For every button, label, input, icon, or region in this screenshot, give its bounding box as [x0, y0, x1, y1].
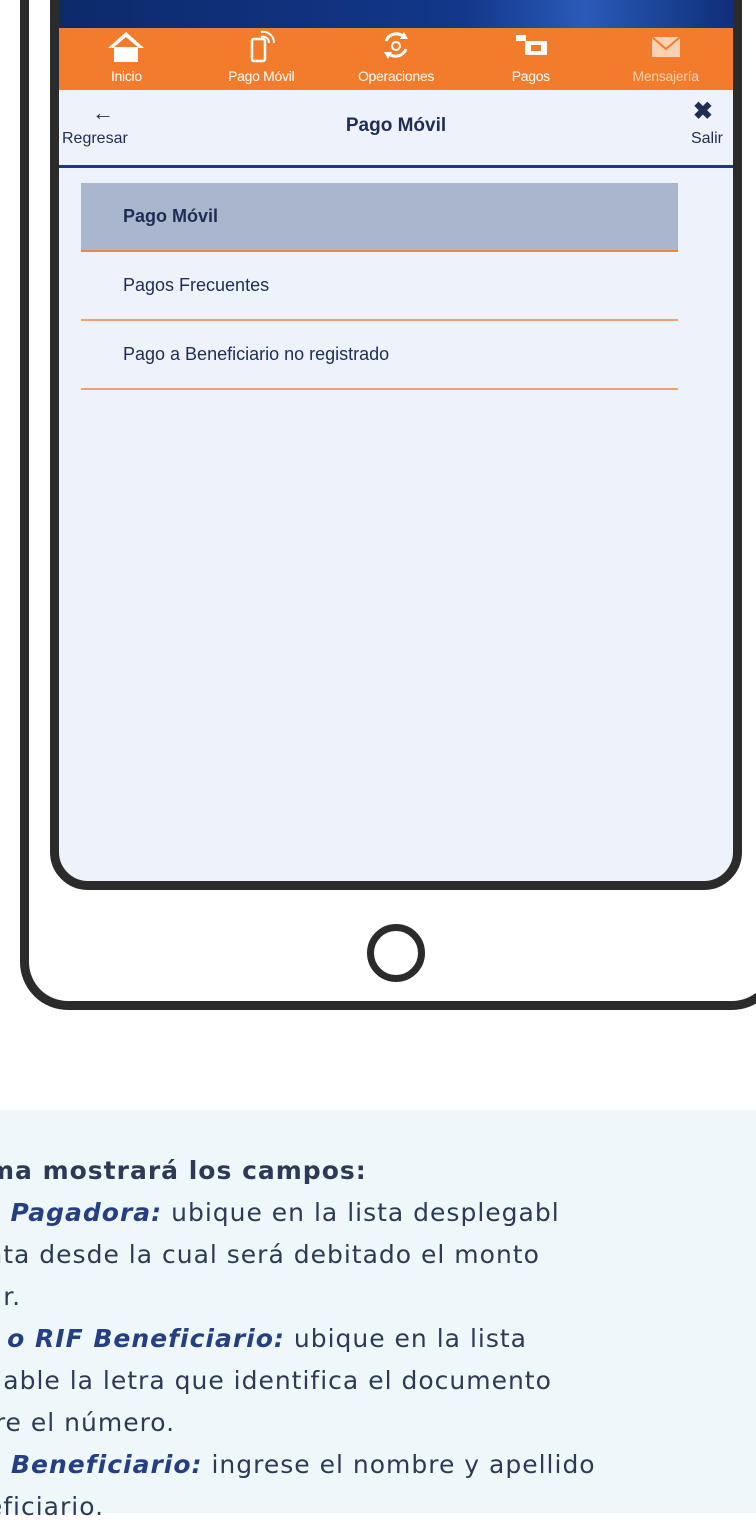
menu-item-beneficiario-no-registrado[interactable]: Pago a Beneficiario no registrado [81, 321, 678, 390]
nav-label-mensajeria: Mensajería [632, 68, 699, 84]
home-button[interactable] [367, 924, 425, 982]
field-cuenta-pagadora-term: ta Pagadora: [0, 1198, 163, 1227]
field-cedula-rif-term: la o RIF Beneficiario: [0, 1324, 285, 1353]
nav-item-pagos[interactable]: Pagos [463, 28, 598, 90]
field-cedula-rif-desc: ubique en la lista [284, 1324, 527, 1353]
nav-label-pagos: Pagos [511, 68, 551, 84]
close-icon: ✖ [692, 98, 713, 125]
exit-label: Salir [690, 130, 723, 147]
operations-icon [378, 29, 414, 63]
field-cuenta-pagadora-desc: ubique en la lista desplegabl [162, 1198, 560, 1227]
nav-item-operaciones[interactable]: Operaciones [329, 28, 464, 90]
instructions-panel: ema mostrará los campos: ta Pagadora: ub… [0, 1110, 756, 1521]
nav-item-mensajeria[interactable]: Mensajería [598, 28, 733, 90]
home-icon [106, 29, 146, 63]
nav-label-operaciones: Operaciones [357, 68, 435, 84]
phone-screen: Inicio Pago Móvil Operaciones Pagos Mens… [50, 0, 742, 890]
instruction-line-6: stre el número. [0, 1408, 176, 1437]
main-nav-bar: Inicio Pago Móvil Operaciones Pagos Mens… [59, 28, 733, 90]
instruction-line-3: gar. [0, 1282, 22, 1311]
nav-item-inicio[interactable]: Inicio [59, 28, 194, 90]
menu-item-pago-movil[interactable]: Pago Móvil [81, 183, 678, 252]
nav-label-pago-movil: Pago Móvil [228, 68, 295, 84]
nav-item-pago-movil[interactable]: Pago Móvil [194, 28, 329, 90]
envelope-icon [649, 29, 683, 63]
field-nombre-beneficiario-desc: ingrese el nombre y apellido [202, 1450, 596, 1479]
field-nombre-beneficiario-term: re Beneficiario: [0, 1450, 203, 1479]
nav-label-inicio: Inicio [110, 68, 142, 84]
instruction-line-5: egable la letra que identifica el docume… [0, 1366, 552, 1395]
page-title: Pago Móvil [345, 115, 447, 136]
payment-menu: Pago Móvil Pagos Frecuentes Pago a Benef… [81, 183, 678, 390]
instruction-line-8: neficiario. [0, 1492, 105, 1521]
app-top-banner [59, 0, 733, 28]
instruction-line-2: enta desde la cual será debitado el mont… [0, 1240, 540, 1269]
instructions-text: ema mostrará los campos: ta Pagadora: ub… [0, 1150, 756, 1528]
instructions-heading: ema mostrará los campos: [0, 1156, 367, 1185]
mobile-payment-icon [244, 29, 278, 63]
menu-item-pagos-frecuentes[interactable]: Pagos Frecuentes [81, 252, 678, 321]
page-header: ← Regresar Pago Móvil ✖ Salir [59, 90, 733, 168]
payments-icon [513, 29, 549, 63]
exit-button[interactable]: ✖ Salir [691, 100, 723, 148]
